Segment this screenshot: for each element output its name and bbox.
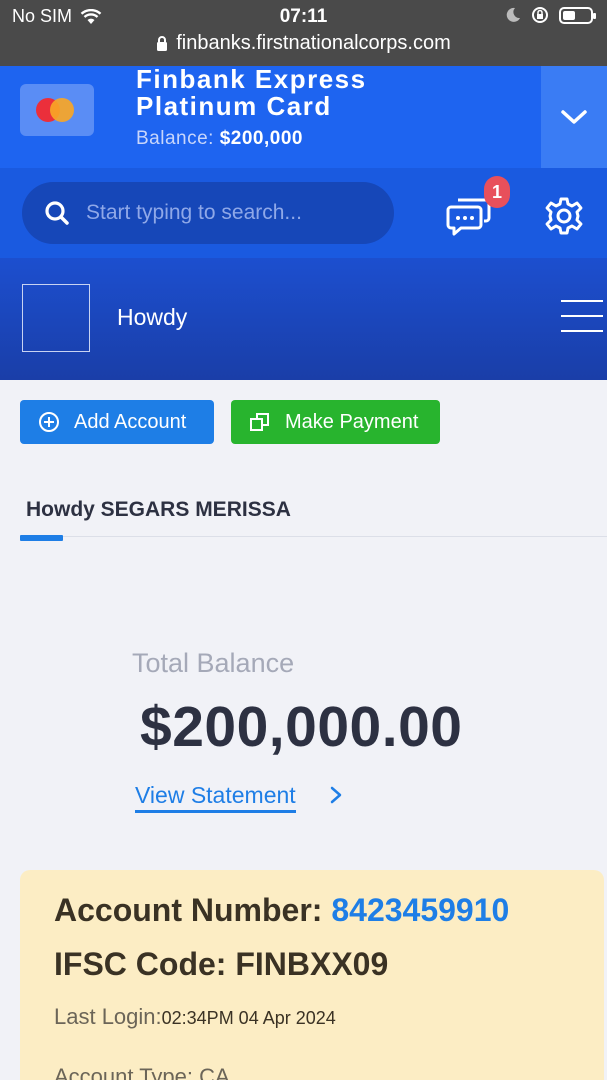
- add-account-button[interactable]: Add Account: [20, 400, 214, 444]
- copy-icon: [250, 413, 269, 431]
- lock-icon: [157, 36, 168, 51]
- make-payment-button[interactable]: Make Payment: [231, 400, 440, 444]
- search-box[interactable]: [22, 182, 394, 244]
- total-balance-value: $200,000.00: [140, 695, 463, 759]
- tab-divider: [20, 536, 607, 537]
- gear-icon: [545, 197, 583, 235]
- ifsc-value: FINBXX09: [235, 946, 389, 982]
- settings-button[interactable]: [544, 196, 584, 236]
- account-details-card: Account Number: 8423459910 IFSC Code: FI…: [20, 870, 604, 1080]
- chevron-down-icon: [561, 110, 587, 124]
- total-balance-label: Total Balance: [132, 648, 295, 678]
- moon-icon: [506, 7, 520, 22]
- make-payment-label: Make Payment: [285, 410, 419, 433]
- account-type-value: CA: [199, 1064, 230, 1080]
- account-number-label: Account Number:: [54, 892, 323, 928]
- ifsc-row: IFSC Code: FINBXX09: [54, 946, 388, 983]
- greeting-text: Howdy: [117, 304, 188, 330]
- account-number-row: Account Number: 8423459910: [54, 892, 509, 929]
- orientation-lock-icon: [532, 7, 548, 23]
- add-account-label: Add Account: [74, 410, 187, 433]
- status-bar: No SIM 07:11 finbanks.firstnationalcorps…: [0, 0, 607, 66]
- card-balance: Balance: $200,000: [136, 128, 303, 150]
- ifsc-label: IFSC Code:: [54, 946, 227, 982]
- card-title-line1: Finbank Express: [136, 64, 367, 94]
- menu-icon: [561, 300, 603, 302]
- last-login-row: Last Login:02:34PM 04 Apr 2024: [54, 1004, 336, 1030]
- url-text[interactable]: finbanks.firstnationalcorps.com: [176, 32, 451, 55]
- search-input[interactable]: [86, 201, 376, 225]
- card-balance-value: $200,000: [219, 128, 303, 149]
- account-type-row: Account Type: CA: [54, 1064, 230, 1080]
- greeting-bar: Howdy: [0, 258, 607, 380]
- last-login-value: 02:34PM 04 Apr 2024: [161, 1008, 336, 1028]
- view-statement-link[interactable]: View Statement: [135, 781, 296, 813]
- card-header[interactable]: Finbank Express Platinum Card Balance: $…: [0, 66, 607, 168]
- status-right: [505, 6, 596, 24]
- chevron-right-icon[interactable]: [328, 786, 344, 804]
- tab-account-holder[interactable]: Howdy SEGARS MERISSA: [26, 498, 291, 522]
- url-bar[interactable]: finbanks.firstnationalcorps.com: [0, 32, 607, 55]
- battery-icon: [559, 6, 596, 24]
- account-number-value: 8423459910: [331, 892, 510, 928]
- tab-active-indicator: [20, 535, 63, 541]
- card-balance-label: Balance:: [136, 128, 214, 149]
- avatar[interactable]: [22, 284, 90, 352]
- hamburger-menu-button[interactable]: [561, 300, 603, 334]
- card-title-line2: Platinum Card: [136, 91, 332, 121]
- card-title: Finbank Express Platinum Card: [136, 66, 367, 120]
- plus-circle-icon: [39, 412, 59, 432]
- card-dropdown-button[interactable]: [541, 66, 607, 168]
- account-type-label: Account Type:: [54, 1064, 194, 1080]
- search-row: 1: [0, 168, 607, 258]
- last-login-label: Last Login:: [54, 1004, 162, 1029]
- search-icon: [45, 201, 69, 225]
- notification-badge: 1: [484, 176, 510, 208]
- mastercard-logo: [20, 84, 94, 136]
